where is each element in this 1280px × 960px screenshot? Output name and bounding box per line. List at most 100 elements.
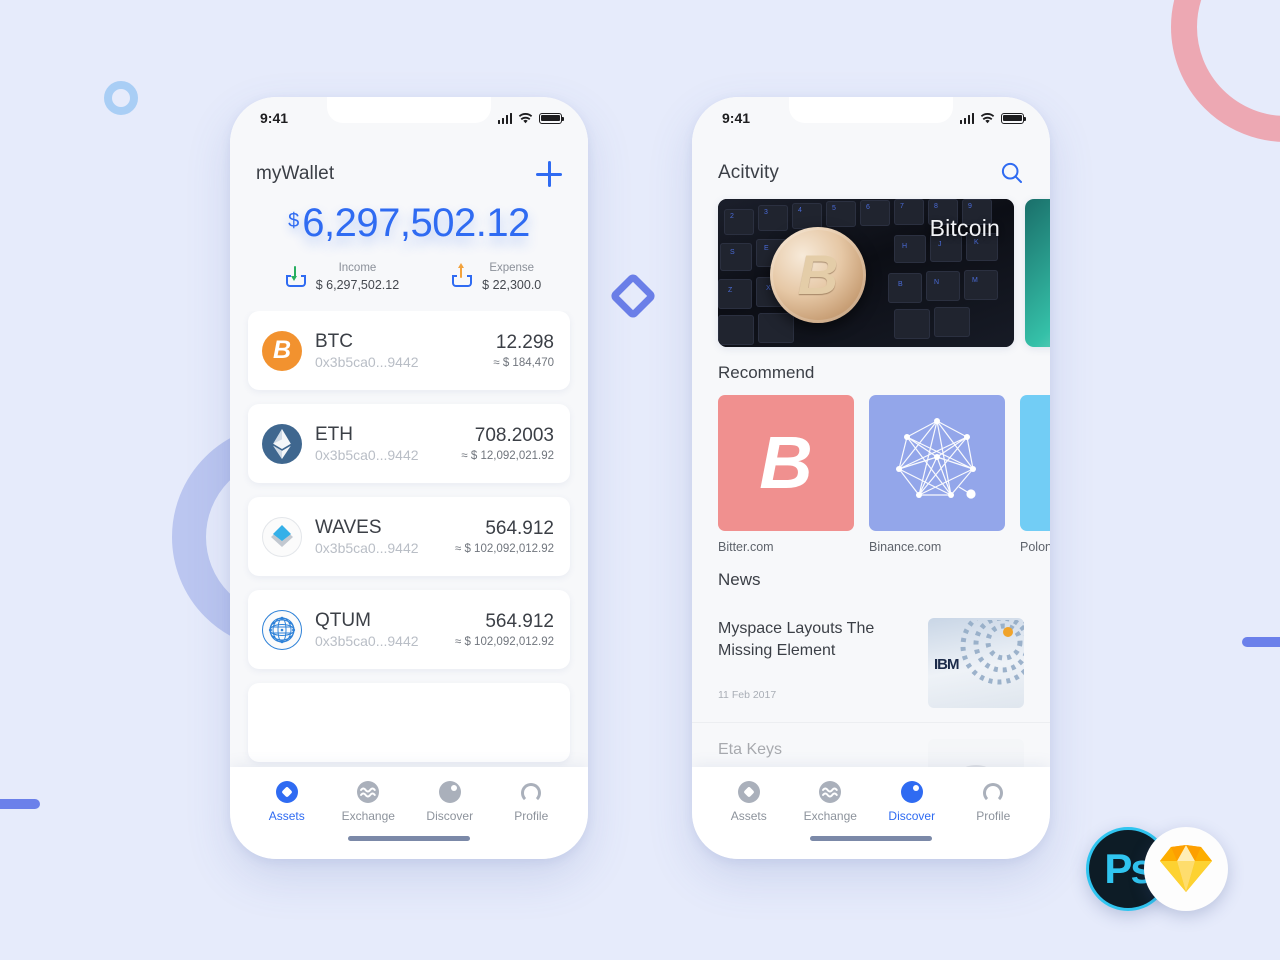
asset-row-btc[interactable]: B BTC 0x3b5ca0...9442 12.298 ≈ $ 184,470 <box>248 311 570 391</box>
balance-section: $ 6,297,502.12 Income $ 6,297,502.12 Exp… <box>230 187 588 293</box>
discover-title-row: Acitvity <box>692 139 1050 185</box>
decor-bar-left <box>0 799 40 809</box>
tab-exchange[interactable]: Exchange <box>790 781 872 823</box>
status-time: 9:41 <box>722 110 751 126</box>
income-label: Income <box>338 262 377 274</box>
wallet-screen: 9:41 myWallet $ 6,297,502.12 Income $ 6,… <box>230 97 588 859</box>
banner-carousel[interactable]: S E Z X H J K B N M 2 3 4 5 6 7 8 9 B Bi… <box>692 199 1050 347</box>
decor-small-blue-ring <box>104 81 138 115</box>
news-date: 11 Feb 2017 <box>718 689 777 702</box>
home-indicator[interactable] <box>810 836 932 841</box>
wallet-title-row: myWallet <box>230 139 588 187</box>
decor-bar-right <box>1242 637 1280 647</box>
search-icon[interactable] <box>1000 161 1024 185</box>
waves-icon <box>262 516 302 557</box>
tab-label: Discover <box>426 809 474 823</box>
currency-symbol: $ <box>288 210 300 232</box>
expense-label: Expense <box>489 262 535 274</box>
recommend-name: Polon <box>1020 540 1050 554</box>
tab-assets[interactable]: Assets <box>246 781 328 823</box>
exchange-icon <box>357 781 380 803</box>
assets-icon <box>737 781 760 803</box>
binance-logo-icon <box>869 395 1005 531</box>
poloniex-logo-icon <box>1020 395 1050 531</box>
expense-arrow-up-icon <box>451 263 473 288</box>
tab-label: Exchange <box>341 809 395 823</box>
page-title: Acitvity <box>718 162 779 183</box>
asset-address: 0x3b5ca0...9442 <box>315 353 419 370</box>
expense-summary: Expense $ 22,300.0 <box>451 261 541 293</box>
decor-diamond-icon <box>608 271 658 321</box>
battery-icon <box>1001 112 1027 124</box>
tab-profile[interactable]: Profile <box>953 781 1035 823</box>
status-time: 9:41 <box>260 110 289 126</box>
bitcoin-logo-icon: B <box>718 395 854 531</box>
news-title: Myspace Layouts The Missing Element <box>718 620 875 659</box>
profile-icon <box>983 783 1004 803</box>
banner-next[interactable] <box>1025 199 1050 347</box>
asset-address: 0x3b5ca0...9442 <box>315 446 419 463</box>
tab-discover[interactable]: Discover <box>871 781 953 823</box>
banner-bitcoin[interactable]: S E Z X H J K B N M 2 3 4 5 6 7 8 9 B Bi… <box>718 199 1014 347</box>
profile-icon <box>521 783 542 803</box>
signal-icon <box>497 112 512 124</box>
asset-usd-value: ≈ $ 102,092,012.92 <box>454 543 554 556</box>
asset-symbol: WAVES <box>315 516 382 538</box>
discover-screen: 9:41 Acitvity S E Z X H J K B N M 2 3 4 … <box>692 97 1050 859</box>
asset-address: 0x3b5ca0...9442 <box>315 632 419 649</box>
asset-symbol: BTC <box>315 330 353 352</box>
total-balance: $ 6,297,502.12 <box>288 203 530 243</box>
recommend-item-binance[interactable]: Binance.com <box>869 395 1005 554</box>
news-item[interactable]: Myspace Layouts The Missing Element 11 F… <box>692 602 1050 723</box>
wifi-icon <box>980 112 995 123</box>
tab-label: Profile <box>976 809 1011 823</box>
asset-amount: 564.912 <box>485 518 554 540</box>
asset-row-qtum[interactable]: QTUM 0x3b5ca0...9442 564.912 ≈ $ 102,092… <box>248 590 570 670</box>
asset-row-waves[interactable]: WAVES 0x3b5ca0...9442 564.912 ≈ $ 102,09… <box>248 497 570 577</box>
discover-body: S E Z X H J K B N M 2 3 4 5 6 7 8 9 B Bi… <box>692 185 1050 859</box>
tab-label: Profile <box>514 809 549 823</box>
bottom-tab-bar: Assets Exchange Discover Profile <box>230 767 588 859</box>
recommend-list[interactable]: B Bitter.com Binance.com Polon <box>692 395 1050 554</box>
asset-usd-value: ≈ $ 184,470 <box>493 357 554 370</box>
discover-icon <box>438 781 461 803</box>
phone-wallet: 9:41 myWallet $ 6,297,502.12 Income $ 6,… <box>230 97 588 859</box>
tab-profile[interactable]: Profile <box>491 781 573 823</box>
income-value: $ 6,297,502.12 <box>315 277 400 292</box>
asset-usd-value: ≈ $ 12,092,021.92 <box>461 450 554 463</box>
asset-address: 0x3b5ca0...9442 <box>315 539 419 556</box>
asset-row-partial[interactable] <box>248 683 570 763</box>
expense-value: $ 22,300.0 <box>482 277 542 292</box>
tab-label: Exchange <box>803 809 857 823</box>
sketch-badge <box>1144 827 1228 911</box>
assets-icon <box>275 781 298 803</box>
asset-usd-value: ≈ $ 102,092,012.92 <box>454 636 554 649</box>
news-title: Eta Keys <box>718 741 783 758</box>
add-wallet-button[interactable] <box>536 161 562 187</box>
phone-discover: 9:41 Acitvity S E Z X H J K B N M 2 3 4 … <box>692 97 1050 859</box>
balance-amount: 6,297,502.12 <box>302 201 530 245</box>
tab-exchange[interactable]: Exchange <box>328 781 410 823</box>
news-thumbnail: IBM <box>928 618 1024 708</box>
page-title: myWallet <box>256 163 335 184</box>
battery-icon <box>539 112 565 124</box>
tab-label: Assets <box>730 809 767 823</box>
asset-symbol: ETH <box>315 423 353 445</box>
asset-symbol: QTUM <box>315 609 371 631</box>
recommend-item-poloniex[interactable]: Polon <box>1020 395 1050 554</box>
qtum-icon <box>262 609 302 650</box>
income-arrow-down-icon <box>285 266 307 288</box>
sketch-gem-icon <box>1160 845 1212 892</box>
recommend-name: Binance.com <box>869 540 942 554</box>
home-indicator[interactable] <box>348 836 470 841</box>
recommend-item-bitter[interactable]: B Bitter.com <box>718 395 854 554</box>
phone-notch <box>789 97 953 123</box>
tab-label: Assets <box>268 809 305 823</box>
wifi-icon <box>518 112 533 123</box>
tab-discover[interactable]: Discover <box>409 781 491 823</box>
asset-amount: 564.912 <box>485 611 554 633</box>
income-summary: Income $ 6,297,502.12 <box>285 261 399 293</box>
asset-row-eth[interactable]: ETH 0x3b5ca0...9442 708.2003 ≈ $ 12,092,… <box>248 404 570 484</box>
ibm-logo-icon: IBM <box>934 656 959 673</box>
tab-assets[interactable]: Assets <box>708 781 790 823</box>
